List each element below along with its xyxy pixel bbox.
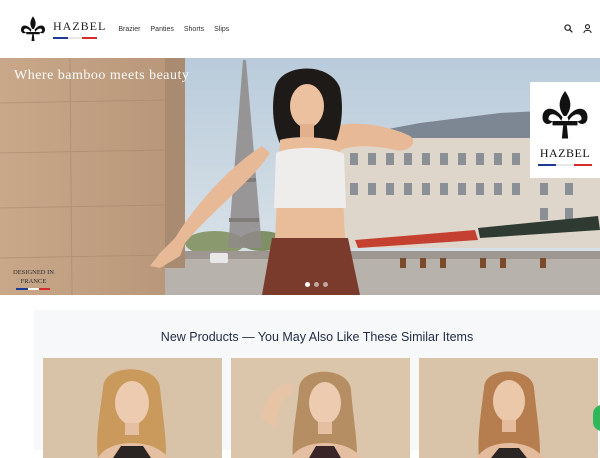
brand-logo[interactable]: HAZBEL xyxy=(18,14,106,44)
user-icon[interactable] xyxy=(583,24,592,33)
nav-item-slips[interactable]: Slips xyxy=(214,26,229,33)
nav-item-shorts[interactable]: Shorts xyxy=(184,26,204,33)
chat-widget-button[interactable] xyxy=(593,405,600,431)
carousel-dots xyxy=(305,282,328,287)
nav-item-panties[interactable]: Panties xyxy=(151,26,174,33)
product-card[interactable] xyxy=(419,358,598,458)
new-products-section: New Products — You May Also Like These S… xyxy=(34,310,600,458)
french-flag-stripe xyxy=(538,164,592,166)
carousel-dot-2[interactable] xyxy=(314,282,319,287)
product-card[interactable] xyxy=(43,358,222,458)
product-image xyxy=(419,358,598,458)
designed-in-france-badge: DESIGNED IN FRANCE xyxy=(13,268,54,290)
carousel-dot-3[interactable] xyxy=(323,282,328,287)
hero-image xyxy=(0,58,600,295)
main-nav: Brazier Panties Shorts Slips xyxy=(118,26,229,33)
hero-brand-box: HAZBEL xyxy=(530,82,600,178)
product-card[interactable] xyxy=(231,358,410,458)
product-grid xyxy=(43,358,598,458)
header-actions xyxy=(564,24,592,33)
fleur-de-lis-icon xyxy=(542,91,588,139)
product-image xyxy=(231,358,410,458)
carousel-dot-1[interactable] xyxy=(305,282,310,287)
designed-line-1: DESIGNED IN xyxy=(13,269,54,276)
product-image xyxy=(43,358,222,458)
fleur-de-lis-icon xyxy=(21,16,45,41)
designed-line-2: FRANCE xyxy=(20,278,47,285)
french-flag-stripe xyxy=(16,288,51,290)
hero-banner[interactable]: Where bamboo meets beauty DESIGNED IN FR… xyxy=(0,58,600,295)
site-header: HAZBEL Brazier Panties Shorts Slips xyxy=(0,0,600,58)
hero-tagline: Where bamboo meets beauty xyxy=(14,68,190,83)
brand-name: HAZBEL xyxy=(53,19,107,33)
section-title: New Products — You May Also Like These S… xyxy=(160,330,474,344)
search-icon[interactable] xyxy=(564,24,573,33)
french-flag-stripe xyxy=(53,37,98,39)
hero-brand-name: HAZBEL xyxy=(539,146,591,160)
nav-item-brazier[interactable]: Brazier xyxy=(118,26,140,33)
